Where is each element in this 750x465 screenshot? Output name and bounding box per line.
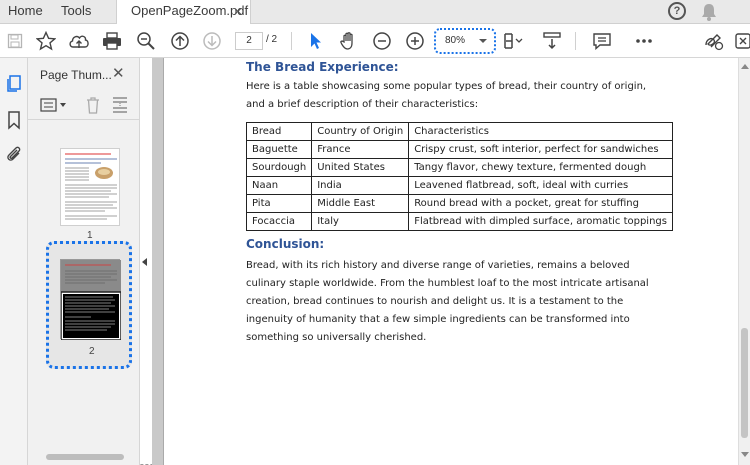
zoom-out-icon[interactable] (370, 29, 394, 53)
page-thumbnail-preview (60, 260, 122, 341)
zoom-level-dropdown[interactable]: 80% (434, 28, 496, 54)
delete-page-icon[interactable] (85, 96, 101, 114)
table-cell: Crispy crust, soft interior, perfect for… (408, 140, 673, 159)
hand-tool-icon[interactable] (337, 29, 361, 53)
intro-paragraph: Here is a table showcasing some popular … (246, 81, 647, 110)
page-thumbnail-1[interactable] (60, 148, 120, 226)
save-icon[interactable] (3, 29, 27, 53)
table-row: Naan India Leavened flatbread, soft, ide… (245, 176, 673, 195)
page-thumbnail-2[interactable] (60, 259, 122, 341)
bookmark-icon[interactable] (4, 110, 24, 130)
bread-table: Bread Country of Origin Characteristics … (245, 122, 673, 231)
panel-toolbar (28, 90, 140, 120)
table-header-cell: Country of Origin (311, 122, 410, 141)
tab-tools[interactable]: Tools (61, 0, 91, 24)
print-icon[interactable] (100, 29, 124, 53)
table-cell: Pita (245, 194, 313, 213)
table-row: Pita Middle East Round bread with a pock… (245, 194, 673, 213)
table-header-cell: Characteristics (408, 122, 673, 141)
table-cell: India (311, 176, 410, 195)
panel-title: Page Thum... (40, 68, 112, 82)
table-cell: Flatbread with dimpled surface, aromatic… (408, 212, 673, 231)
table-cell: United States (311, 158, 410, 177)
zoom-search-icon[interactable] (134, 29, 158, 53)
toolbar-divider (291, 32, 292, 50)
table-header-cell: Bread (245, 122, 313, 141)
table-cell: Italy (311, 212, 410, 231)
scroll-down-icon[interactable] (741, 452, 749, 457)
select-cursor-icon[interactable] (304, 29, 328, 53)
table-row: Focaccia Italy Flatbread with dimpled su… (245, 212, 673, 231)
comment-icon[interactable] (590, 29, 614, 53)
page-thumbnail-preview (65, 153, 117, 220)
star-icon[interactable] (34, 29, 58, 53)
table-cell: Round bread with a pocket, great for stu… (408, 194, 673, 213)
next-page-icon[interactable] (200, 29, 224, 53)
chevron-down-icon (479, 39, 487, 43)
panel-close-icon[interactable]: ✕ (112, 64, 125, 82)
tab-bar: Home Tools OpenPageZoom.pdf × ? (0, 0, 750, 25)
page-total: / 2 (266, 34, 278, 45)
scrollbar-thumb[interactable] (741, 328, 748, 438)
toolbar-divider (575, 32, 576, 50)
table-cell: Naan (245, 176, 313, 195)
table-row: Sourdough United States Tangy flavor, ch… (245, 158, 673, 177)
collapse-panel-icon[interactable] (142, 258, 147, 266)
table-cell: Baguette (245, 140, 313, 159)
left-navigation-rail (0, 58, 28, 465)
scroll-mode-icon[interactable] (540, 29, 564, 53)
table-cell: Tangy flavor, chewy texture, fermented d… (408, 158, 673, 177)
page-thumbnail-2-selected[interactable]: 2 (46, 241, 132, 369)
heading-bread-experience: The Bread Experience: (246, 60, 399, 74)
document-vertical-scrollbar[interactable] (738, 58, 750, 465)
tab-close-icon[interactable]: × (234, 0, 242, 22)
attachment-icon[interactable] (4, 144, 24, 164)
table-cell: Middle East (311, 194, 410, 213)
page-fit-icon[interactable] (501, 29, 525, 53)
table-cell: France (311, 140, 410, 159)
thumbnail-options-icon[interactable] (40, 98, 68, 112)
page-thumbnails-icon[interactable] (4, 74, 24, 94)
thumbnail-1-label: 1 (87, 230, 93, 241)
sign-share-icon[interactable] (702, 29, 726, 53)
zoom-in-icon[interactable] (403, 29, 427, 53)
table-cell: Sourdough (245, 158, 313, 177)
notification-bell-icon[interactable] (701, 3, 717, 21)
tab-home[interactable]: Home (8, 0, 43, 24)
main-toolbar: 2 / 2 80% (0, 24, 750, 58)
page-number-input[interactable]: 2 (235, 32, 263, 50)
heading-conclusion: Conclusion: (246, 237, 325, 251)
table-row: Baguette France Crispy crust, soft inter… (245, 140, 673, 159)
page-thumbnails-panel: Page Thum... ✕ 1 2 (28, 58, 140, 465)
export-pdf-icon[interactable] (731, 29, 750, 53)
previous-page-icon[interactable] (168, 29, 192, 53)
scroll-up-icon[interactable] (741, 64, 749, 69)
extract-page-icon[interactable] (111, 96, 129, 114)
more-options-icon[interactable] (632, 29, 656, 53)
thumbnail-2-label: 2 (89, 346, 95, 357)
scrollbar-thumb[interactable] (46, 454, 124, 460)
zoom-level-value: 80% (445, 35, 466, 46)
conclusion-paragraph: Bread, with its rich history and diverse… (246, 260, 649, 343)
help-icon[interactable]: ? (668, 2, 686, 20)
tab-document[interactable]: OpenPageZoom.pdf × (116, 0, 251, 25)
table-cell: Leavened flatbread, soft, ideal with cur… (408, 176, 673, 195)
tab-document-label: OpenPageZoom.pdf (131, 3, 249, 18)
table-cell: Focaccia (245, 212, 313, 231)
table-header-row: Bread Country of Origin Characteristics (245, 122, 673, 141)
cloud-upload-icon[interactable] (67, 29, 91, 53)
panel-horizontal-scrollbar[interactable] (34, 452, 134, 462)
